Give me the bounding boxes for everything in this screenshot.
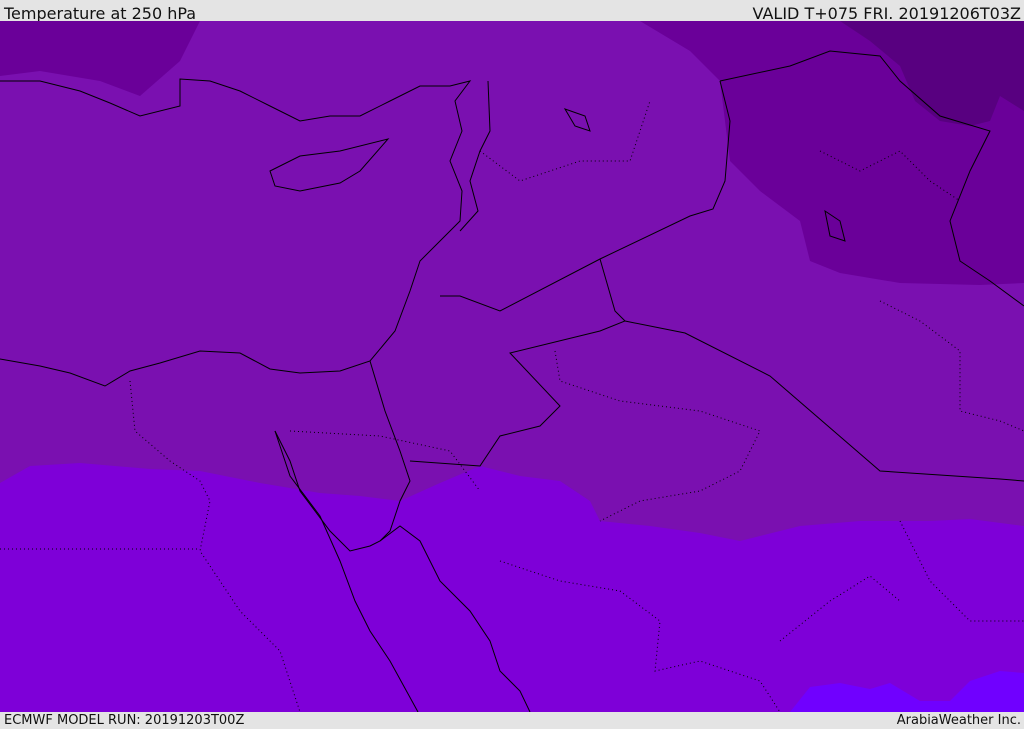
credit: ArabiaWeather Inc.: [896, 713, 1021, 728]
footer-bar: ECMWF MODEL RUN: 20191203T00Z ArabiaWeat…: [0, 712, 1024, 729]
model-run: ECMWF MODEL RUN: 20191203T00Z: [4, 713, 245, 728]
header-bar: Temperature at 250 hPa VALID T+075 FRI. …: [0, 0, 1024, 23]
temperature-map: [0, 21, 1024, 712]
